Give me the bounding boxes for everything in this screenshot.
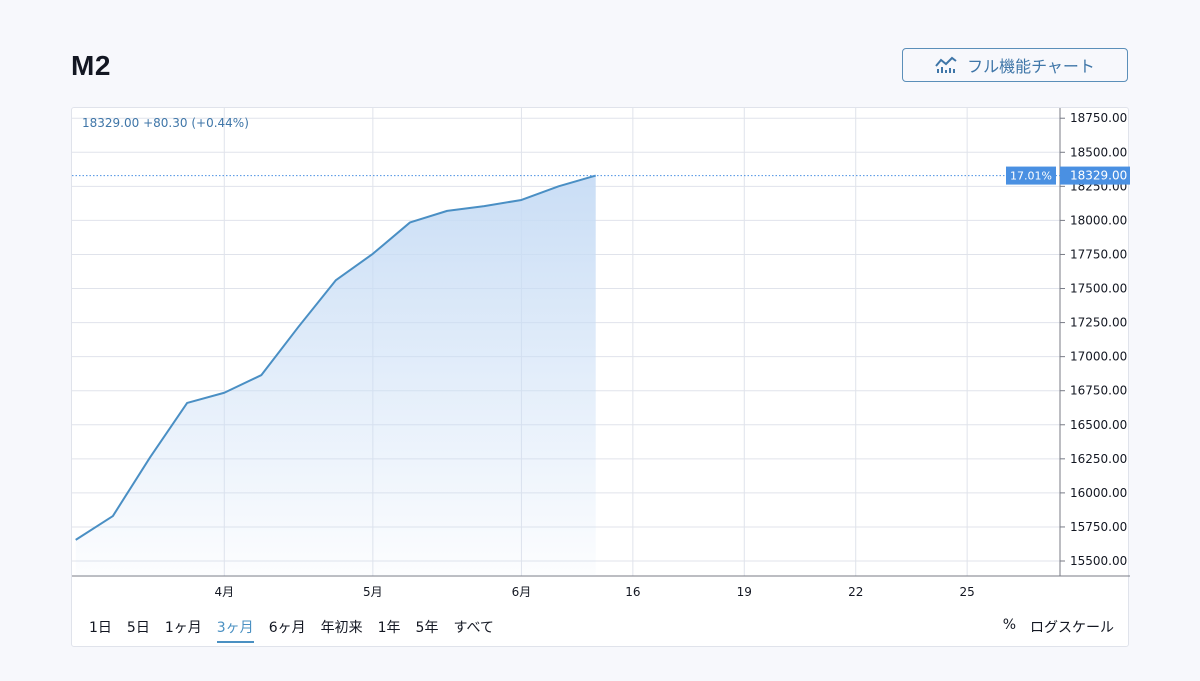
y-tick-label: 17250.00 bbox=[1070, 316, 1127, 330]
x-tick-label: 16 bbox=[625, 585, 640, 599]
range-button[interactable]: 6ヶ月 bbox=[269, 613, 306, 641]
x-tick-label: 25 bbox=[960, 585, 975, 599]
page-title: M2 bbox=[71, 50, 111, 81]
x-tick-label: 19 bbox=[737, 585, 752, 599]
y-tick-label: 18750.00 bbox=[1070, 111, 1127, 125]
chart[interactable]: 4月 5月 6月 16 19 22 25 15500.00 15750.00 16000.00 16… bbox=[72, 108, 1130, 608]
range-selector: 1日 5日 1ヶ月 3ヶ月 6ヶ月 年初来 1年 5年 すべて bbox=[89, 613, 509, 643]
y-tick-label: 16250.00 bbox=[1070, 452, 1127, 466]
legend-price: 18329.00 bbox=[82, 116, 140, 130]
full-chart-label: フル機能チャート bbox=[967, 57, 1095, 76]
y-tick-label: 16750.00 bbox=[1070, 384, 1127, 398]
range-button[interactable]: 3ヶ月 bbox=[216, 613, 254, 643]
y-tick-label: 15500.00 bbox=[1070, 554, 1127, 568]
price-legend: 18329.00 +80.30 (+0.44%) bbox=[82, 116, 249, 130]
range-toolbar: 1日 5日 1ヶ月 3ヶ月 6ヶ月 年初来 1年 5年 すべて % ログスケール bbox=[72, 607, 1128, 647]
log-scale-toggle[interactable]: ログスケール bbox=[1030, 617, 1114, 637]
y-tick-label: 18000.00 bbox=[1070, 213, 1127, 227]
legend-change-pct: (+0.44%) bbox=[191, 116, 249, 130]
legend-change: +80.30 bbox=[143, 116, 188, 130]
x-tick-label: 22 bbox=[848, 585, 863, 599]
series-area bbox=[75, 175, 596, 576]
price-badge-label: 18329.00 bbox=[1070, 169, 1127, 183]
range-button[interactable]: 1年 bbox=[378, 613, 401, 641]
x-tick-label: 5月 bbox=[363, 585, 383, 599]
y-tick-label: 17500.00 bbox=[1070, 282, 1127, 296]
scale-controls: % ログスケール bbox=[1003, 617, 1114, 637]
percent-badge-label: 17.01% bbox=[1010, 170, 1052, 183]
y-tick-label: 17750.00 bbox=[1070, 247, 1127, 261]
y-tick-label: 18500.00 bbox=[1070, 145, 1127, 159]
range-button[interactable]: 5日 bbox=[127, 613, 150, 641]
chart-line-icon bbox=[935, 56, 957, 73]
range-button[interactable]: 1日 bbox=[89, 613, 112, 641]
chart-panel: 4月 5月 6月 16 19 22 25 15500.00 15750.00 16000.00 16… bbox=[71, 107, 1130, 647]
range-button[interactable]: 5年 bbox=[416, 613, 439, 641]
range-button[interactable]: 1ヶ月 bbox=[165, 613, 202, 641]
y-tick-label: 17000.00 bbox=[1070, 350, 1127, 364]
y-tick-label: 15750.00 bbox=[1070, 520, 1127, 534]
full-chart-button[interactable]: フル機能チャート bbox=[902, 48, 1128, 82]
percent-scale-toggle[interactable]: % bbox=[1003, 617, 1016, 637]
x-tick-label: 4月 bbox=[214, 585, 234, 599]
x-tick-label: 6月 bbox=[512, 585, 532, 599]
y-tick-label: 16500.00 bbox=[1070, 418, 1127, 432]
y-tick-label: 16000.00 bbox=[1070, 486, 1127, 500]
range-button[interactable]: 年初来 bbox=[321, 613, 363, 641]
range-button[interactable]: すべて bbox=[453, 613, 493, 641]
